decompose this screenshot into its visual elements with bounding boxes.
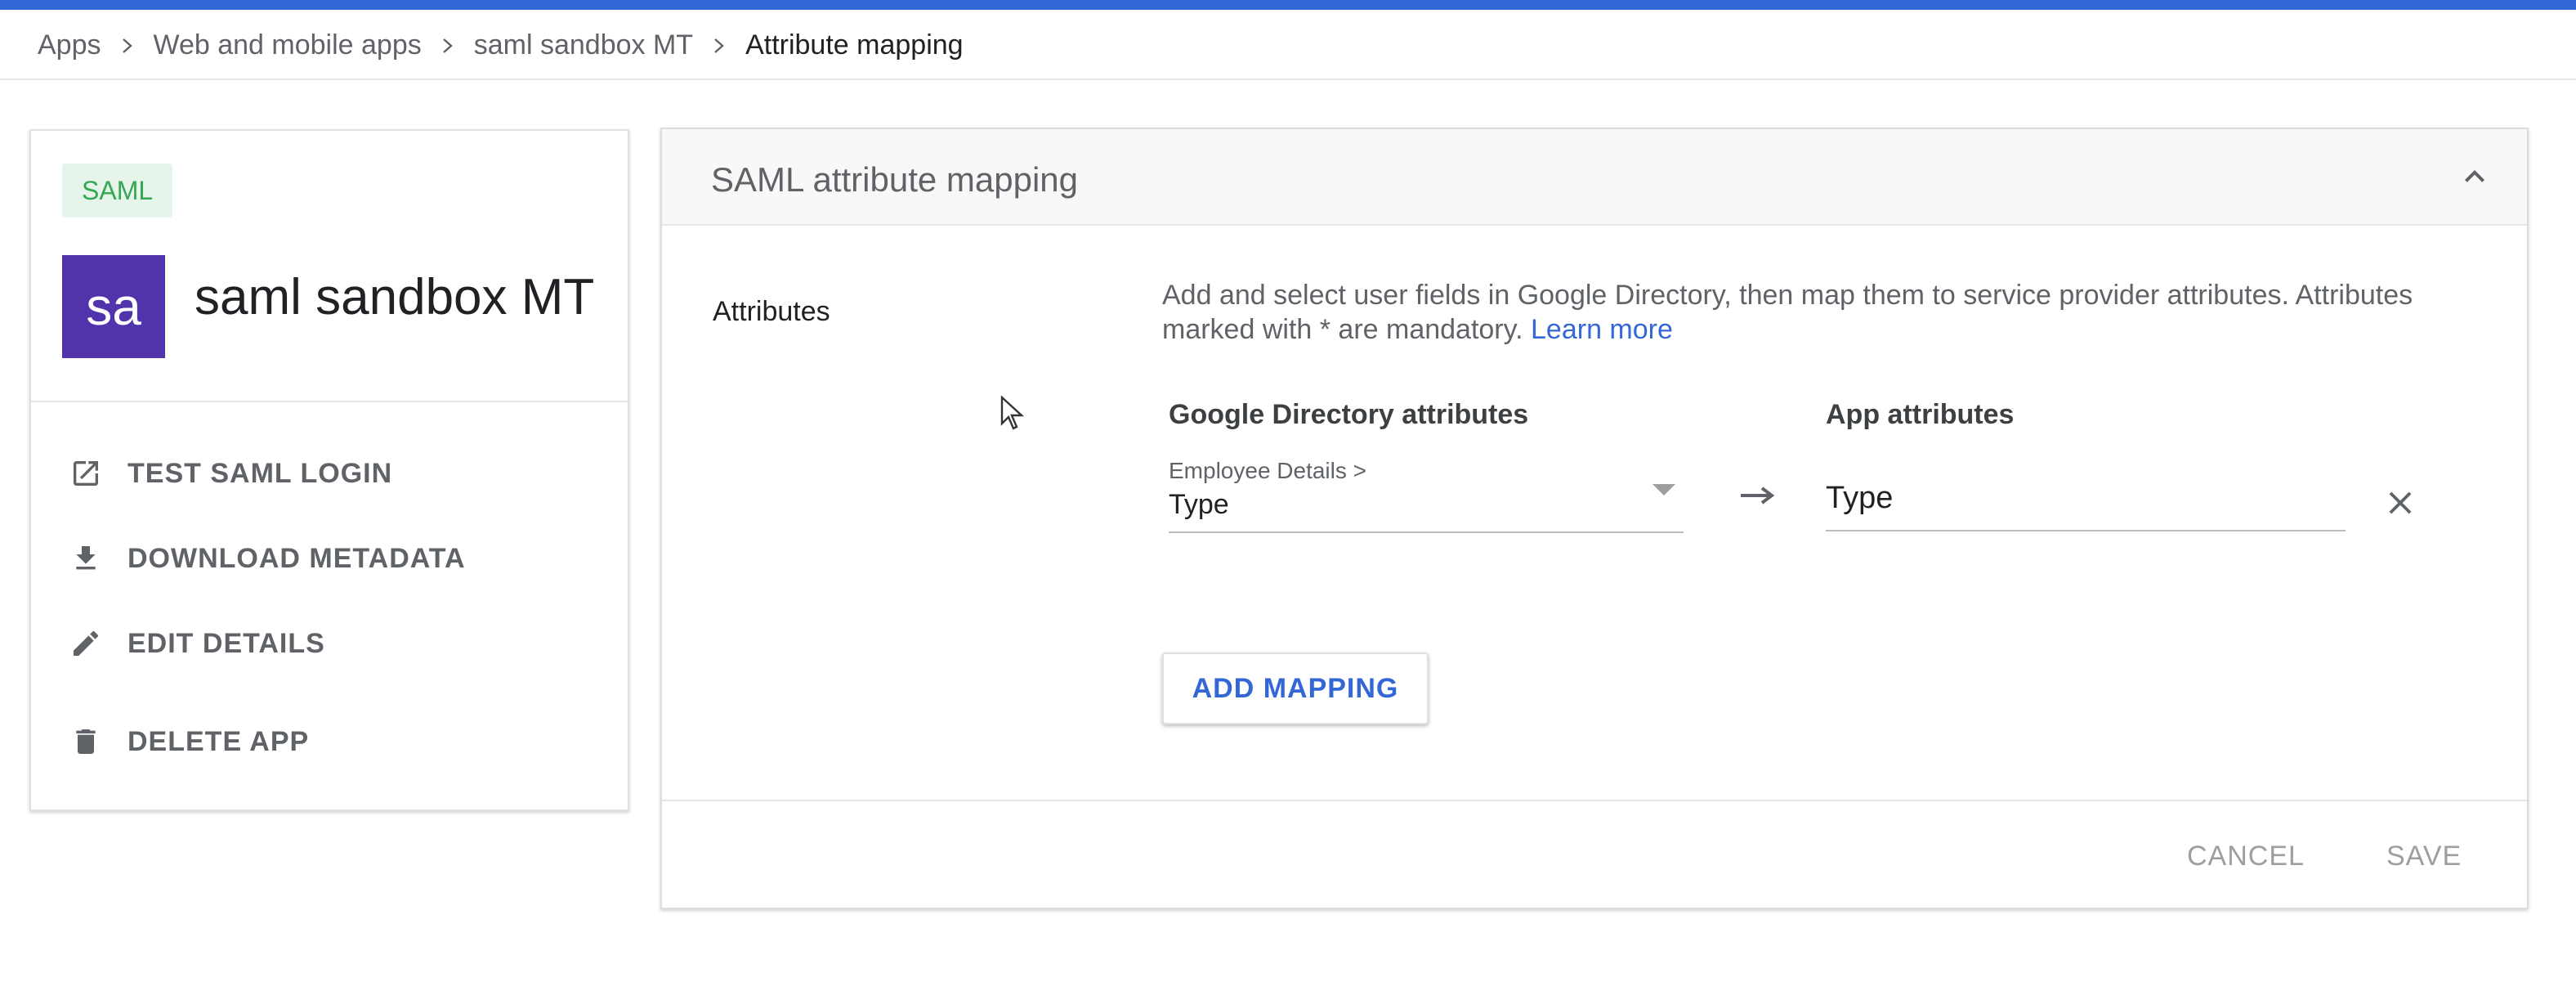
dropdown-caret-icon bbox=[1652, 484, 1675, 496]
directory-column-header: Google Directory attributes bbox=[1169, 399, 1529, 430]
chevron-right-icon bbox=[693, 37, 745, 55]
app-name: saml sandbox MT bbox=[195, 269, 595, 325]
description-text: Add and select user fields in Google Dir… bbox=[1162, 280, 2413, 345]
panel-header[interactable]: SAML attribute mapping bbox=[662, 129, 2527, 226]
mapping-description: Add and select user fields in Google Dir… bbox=[1162, 278, 2486, 347]
breadcrumb-current: Attribute mapping bbox=[745, 29, 964, 61]
learn-more-link[interactable]: Learn more bbox=[1531, 314, 1673, 345]
panel-footer-divider bbox=[662, 800, 2527, 801]
delete-app-label: DELETE APP bbox=[127, 725, 310, 757]
open-in-new-icon bbox=[67, 455, 105, 492]
edit-details-button[interactable]: EDIT DETAILS bbox=[67, 625, 325, 662]
breadcrumb-apps[interactable]: Apps bbox=[38, 29, 101, 61]
download-metadata-button[interactable]: DOWNLOAD METADATA bbox=[67, 540, 466, 577]
app-summary-card: SAML sa saml sandbox MT TEST SAML LOGIN … bbox=[29, 129, 629, 811]
app-avatar: sa bbox=[62, 255, 165, 358]
top-accent-bar bbox=[0, 0, 2576, 10]
pencil-icon bbox=[67, 625, 105, 662]
directory-attribute-select[interactable]: Employee Details > Type bbox=[1169, 455, 1684, 533]
mouse-pointer-icon bbox=[1000, 395, 1025, 430]
directory-attribute-value: Type bbox=[1169, 489, 1229, 520]
close-icon[interactable] bbox=[2381, 484, 2419, 522]
breadcrumb-bar: Apps Web and mobile apps saml sandbox MT… bbox=[0, 10, 2576, 80]
chevron-right-icon bbox=[422, 37, 474, 55]
card-divider bbox=[31, 401, 628, 402]
delete-app-button[interactable]: DELETE APP bbox=[67, 723, 309, 760]
attributes-label: Attributes bbox=[713, 296, 830, 327]
test-saml-login-button[interactable]: TEST SAML LOGIN bbox=[67, 455, 392, 492]
add-mapping-button[interactable]: ADD MAPPING bbox=[1162, 652, 1429, 724]
panel-title: SAML attribute mapping bbox=[711, 160, 1079, 199]
save-button[interactable]: SAVE bbox=[2386, 841, 2462, 872]
breadcrumb: Apps Web and mobile apps saml sandbox MT… bbox=[38, 29, 964, 61]
app-attribute-input[interactable] bbox=[1826, 466, 2346, 531]
test-saml-login-label: TEST SAML LOGIN bbox=[127, 457, 393, 489]
chevron-up-icon[interactable] bbox=[2455, 157, 2494, 196]
cancel-button[interactable]: CANCEL bbox=[2187, 841, 2305, 872]
arrow-right-icon bbox=[1737, 481, 1777, 510]
edit-details-label: EDIT DETAILS bbox=[127, 627, 325, 659]
breadcrumb-web-mobile-apps[interactable]: Web and mobile apps bbox=[154, 29, 422, 61]
chevron-right-icon bbox=[101, 37, 154, 55]
breadcrumb-app[interactable]: saml sandbox MT bbox=[474, 29, 693, 61]
directory-attribute-category: Employee Details > bbox=[1169, 458, 1367, 483]
saml-badge: SAML bbox=[62, 164, 173, 217]
trash-icon bbox=[67, 723, 105, 760]
download-icon bbox=[67, 540, 105, 577]
app-column-header: App attributes bbox=[1826, 399, 2015, 430]
saml-attribute-mapping-panel: SAML attribute mapping Attributes Add an… bbox=[660, 128, 2529, 909]
download-metadata-label: DOWNLOAD METADATA bbox=[127, 542, 466, 574]
